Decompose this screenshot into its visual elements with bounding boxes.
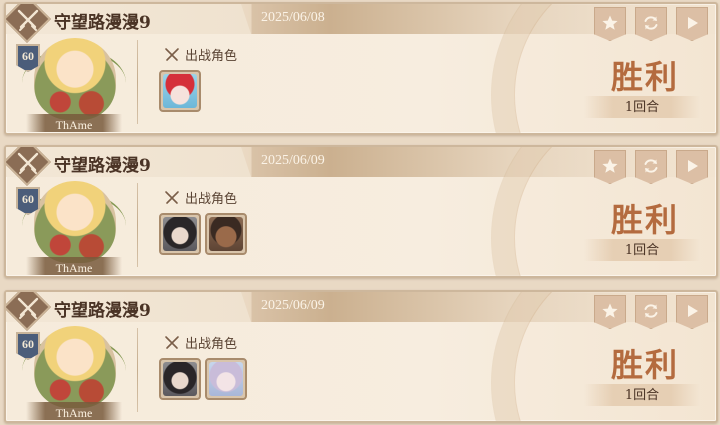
battle-date: 2025/06/09 — [261, 298, 325, 313]
bearded-man-portrait — [209, 217, 243, 251]
character-slot[interactable] — [205, 358, 247, 400]
character-slot[interactable] — [205, 213, 247, 255]
play-button[interactable] — [676, 150, 708, 184]
star-icon — [602, 15, 618, 30]
replay-icon — [644, 16, 658, 30]
play-icon — [688, 160, 698, 172]
play-icon — [688, 17, 698, 29]
battle-record-card[interactable]: 守望路漫漫9 2025/06/08 60 ThAme 出战角色 胜利 1回合 — [4, 2, 718, 135]
round-count: 1回合 — [584, 239, 700, 261]
character-slot[interactable] — [159, 70, 201, 112]
crossed-swords-icon — [165, 190, 179, 204]
favorite-button[interactable] — [594, 295, 626, 329]
player-avatar[interactable]: 60 ThAme — [16, 326, 132, 420]
dark-hair-girl-portrait — [163, 217, 197, 251]
team-characters — [159, 358, 247, 400]
replay-button[interactable] — [635, 295, 667, 329]
avatar-portrait — [34, 38, 116, 120]
battle-result: 胜利 — [610, 201, 679, 239]
crossed-swords-icon — [17, 9, 39, 31]
battle-result: 胜利 — [610, 58, 679, 96]
replay-button[interactable] — [635, 150, 667, 184]
replay-icon — [644, 159, 658, 173]
avatar-nameplate: ThAme — [26, 114, 122, 132]
battle-record-list: 守望路漫漫9 2025/06/08 60 ThAme 出战角色 胜利 1回合 守… — [0, 0, 720, 425]
divider — [137, 328, 138, 412]
battle-record-card[interactable]: 守望路漫漫9 2025/06/09 60 ThAme 出战角色 胜利 1回合 — [4, 290, 718, 423]
team-label: 出战角色 — [164, 45, 237, 64]
divider — [137, 40, 138, 124]
team-characters — [159, 213, 247, 255]
crossed-swords-icon — [165, 335, 179, 349]
play-button[interactable] — [676, 295, 708, 329]
avatar-nameplate: ThAme — [26, 257, 122, 275]
santa-girl-portrait — [163, 74, 197, 108]
silver-hair-portrait — [209, 362, 243, 396]
crossed-swords-icon — [17, 152, 39, 174]
battle-date: 2025/06/08 — [261, 10, 325, 25]
character-slot[interactable] — [159, 213, 201, 255]
battle-record-card[interactable]: 守望路漫漫9 2025/06/09 60 ThAme 出战角色 胜利 1回合 — [4, 145, 718, 278]
favorite-button[interactable] — [594, 7, 626, 41]
record-actions — [594, 150, 708, 184]
avatar-portrait — [34, 326, 116, 408]
star-icon — [602, 303, 618, 318]
round-count: 1回合 — [584, 384, 700, 406]
team-label: 出战角色 — [164, 188, 237, 207]
play-icon — [688, 305, 698, 317]
battle-date: 2025/06/09 — [261, 153, 325, 168]
crossed-swords-icon — [165, 47, 179, 61]
play-button[interactable] — [676, 7, 708, 41]
star-icon — [602, 158, 618, 173]
player-name: 守望路漫漫9 — [54, 13, 151, 33]
avatar-nameplate: ThAme — [26, 402, 122, 420]
replay-icon — [644, 304, 658, 318]
player-name: 守望路漫漫9 — [54, 301, 151, 321]
player-avatar[interactable]: 60 ThAme — [16, 38, 132, 132]
round-count: 1回合 — [584, 96, 700, 118]
replay-button[interactable] — [635, 7, 667, 41]
player-avatar[interactable]: 60 ThAme — [16, 181, 132, 275]
team-label: 出战角色 — [164, 333, 237, 352]
avatar-portrait — [34, 181, 116, 263]
record-actions — [594, 295, 708, 329]
battle-result: 胜利 — [610, 346, 679, 384]
team-characters — [159, 70, 201, 112]
favorite-button[interactable] — [594, 150, 626, 184]
dark-hair-girl-portrait — [163, 362, 197, 396]
character-slot[interactable] — [159, 358, 201, 400]
crossed-swords-icon — [17, 297, 39, 319]
record-actions — [594, 7, 708, 41]
player-name: 守望路漫漫9 — [54, 156, 151, 176]
divider — [137, 183, 138, 267]
